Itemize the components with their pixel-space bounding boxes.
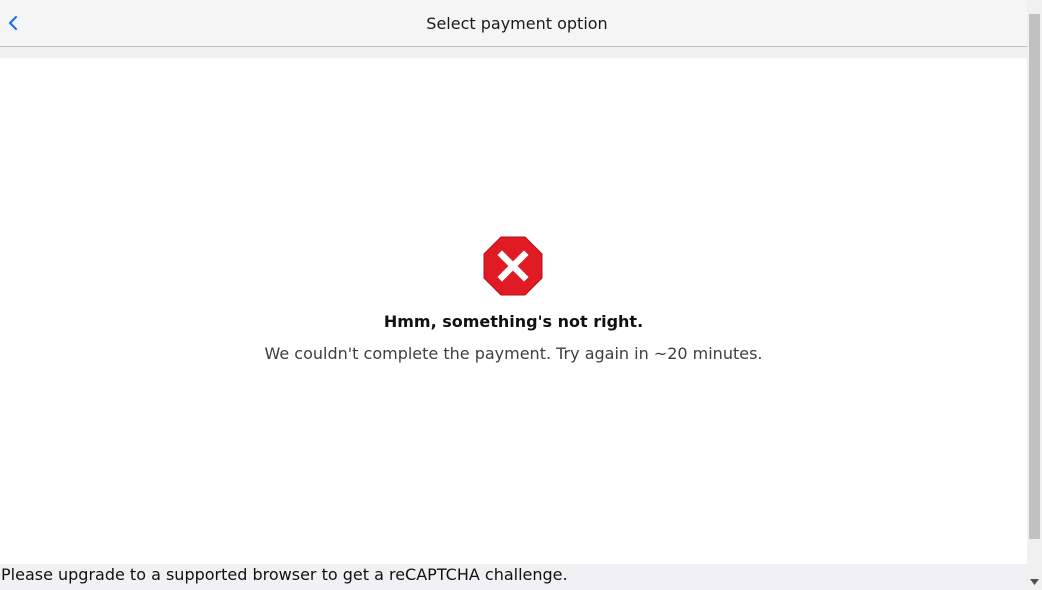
page-title: Select payment option	[426, 14, 608, 33]
dialog-header: Select payment option	[0, 0, 1027, 47]
payment-dialog: Select payment option Hmm, something's n…	[0, 0, 1027, 590]
error-panel: Hmm, something's not right. We couldn't …	[0, 58, 1027, 564]
vertical-scrollbar[interactable]	[1027, 0, 1042, 590]
scroll-down-arrow-icon[interactable]	[1030, 577, 1039, 586]
error-heading: Hmm, something's not right.	[383, 312, 644, 331]
error-octagon-x-icon	[483, 236, 543, 296]
recaptcha-bar: Please upgrade to a supported browser to…	[0, 564, 1027, 590]
header-divider	[0, 47, 1027, 58]
error-message: We couldn't complete the payment. Try ag…	[264, 344, 763, 363]
recaptcha-notice: Please upgrade to a supported browser to…	[1, 565, 568, 584]
scrollbar-thumb[interactable]	[1029, 14, 1040, 539]
